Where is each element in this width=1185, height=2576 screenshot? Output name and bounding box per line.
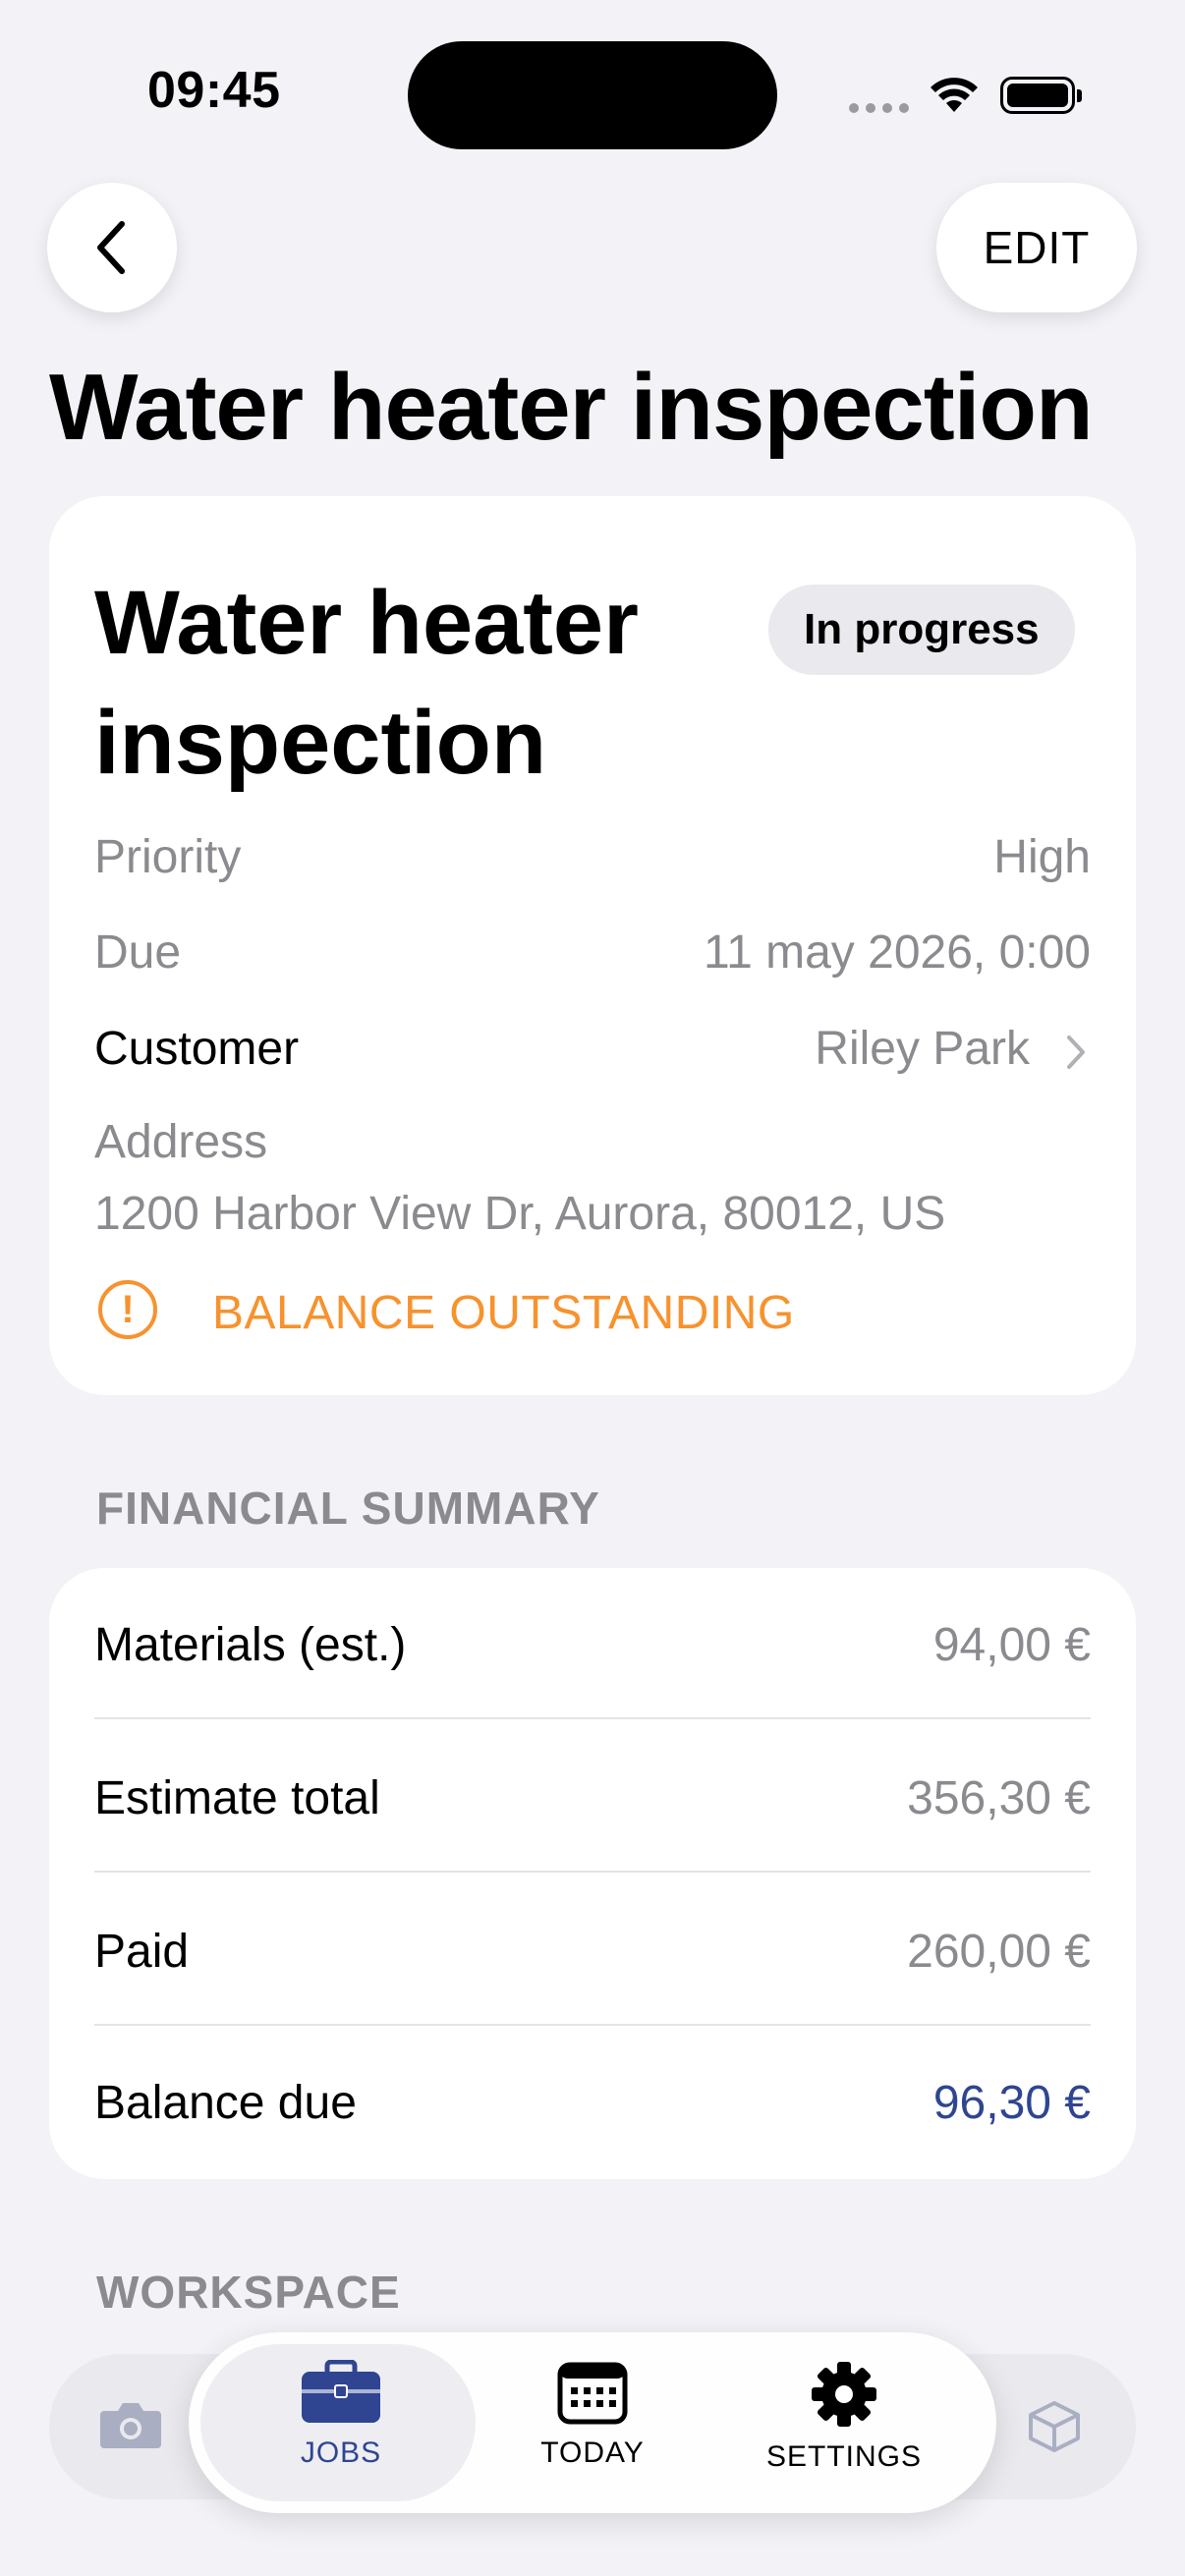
- wifi-icon: [931, 78, 978, 112]
- job-title: Water heater inspection: [94, 573, 639, 793]
- financial-summary-card: Materials (est.) 94,00 € Estimate total …: [49, 1568, 1136, 2179]
- package-icon[interactable]: [1027, 2399, 1082, 2454]
- battery-icon: [1000, 77, 1082, 114]
- camera-icon[interactable]: [98, 2399, 163, 2450]
- paid-value: 260,00 €: [907, 1925, 1091, 1978]
- edit-button[interactable]: EDIT: [936, 183, 1137, 312]
- address-label: Address: [94, 1116, 268, 1168]
- customer-value: Riley Park: [815, 1023, 1030, 1075]
- job-details-card: Water heater inspection In progress Prio…: [49, 496, 1136, 1395]
- paid-label: Paid: [94, 1925, 190, 1978]
- estimate-total-row: Estimate total 356,30 €: [94, 1721, 1091, 1875]
- warning-icon: !: [98, 1280, 157, 1339]
- due-value: 11 may 2026, 0:00: [703, 926, 1091, 979]
- materials-row: Materials (est.) 94,00 €: [94, 1568, 1091, 1721]
- priority-label: Priority: [94, 831, 242, 883]
- due-label: Due: [94, 926, 182, 979]
- dynamic-island: [408, 41, 777, 149]
- tab-settings[interactable]: SETTINGS: [721, 2360, 967, 2474]
- tab-today[interactable]: TODAY: [470, 2360, 715, 2470]
- briefcase-icon: [302, 2360, 380, 2423]
- materials-value: 94,00 €: [932, 1618, 1091, 1671]
- status-time: 09:45: [147, 62, 281, 119]
- chevron-left-icon: [97, 221, 125, 274]
- estimate-total-value: 356,30 €: [907, 1771, 1091, 1824]
- estimate-total-label: Estimate total: [94, 1771, 380, 1824]
- chevron-right-icon: [1067, 1036, 1085, 1069]
- tab-bar: JOBS TODAY SETTINGS: [189, 2332, 996, 2513]
- customer-row[interactable]: Customer Riley Park: [49, 992, 1136, 1120]
- balance-due-value: 96,30 €: [932, 2076, 1091, 2129]
- tab-jobs-label: JOBS: [300, 2436, 382, 2469]
- priority-value: High: [993, 831, 1091, 883]
- balance-due-label: Balance due: [94, 2076, 357, 2129]
- balance-due-row: Balance due 96,30 €: [94, 2026, 1091, 2179]
- back-button[interactable]: [47, 183, 177, 312]
- signal-icon: [849, 103, 909, 113]
- status-badge: In progress: [768, 585, 1075, 675]
- address-value: 1200 Harbor View Dr, Aurora, 80012, US: [94, 1188, 946, 1240]
- materials-label: Materials (est.): [94, 1618, 407, 1671]
- divider: [94, 1871, 1091, 1873]
- tab-settings-label: SETTINGS: [765, 2440, 922, 2473]
- workspace-header: WORKSPACE: [96, 2267, 401, 2318]
- calendar-icon: [557, 2362, 628, 2425]
- paid-row: Paid 260,00 €: [94, 1875, 1091, 2028]
- page-title: Water heater inspection: [49, 355, 1094, 460]
- financial-summary-header: FINANCIAL SUMMARY: [96, 1483, 600, 1534]
- tab-jobs[interactable]: JOBS: [218, 2360, 464, 2470]
- gear-icon: [812, 2362, 876, 2427]
- tab-today-label: TODAY: [540, 2436, 645, 2469]
- customer-label: Customer: [94, 1023, 300, 1075]
- balance-alert: BALANCE OUTSTANDING: [212, 1287, 795, 1339]
- divider: [94, 1717, 1091, 1719]
